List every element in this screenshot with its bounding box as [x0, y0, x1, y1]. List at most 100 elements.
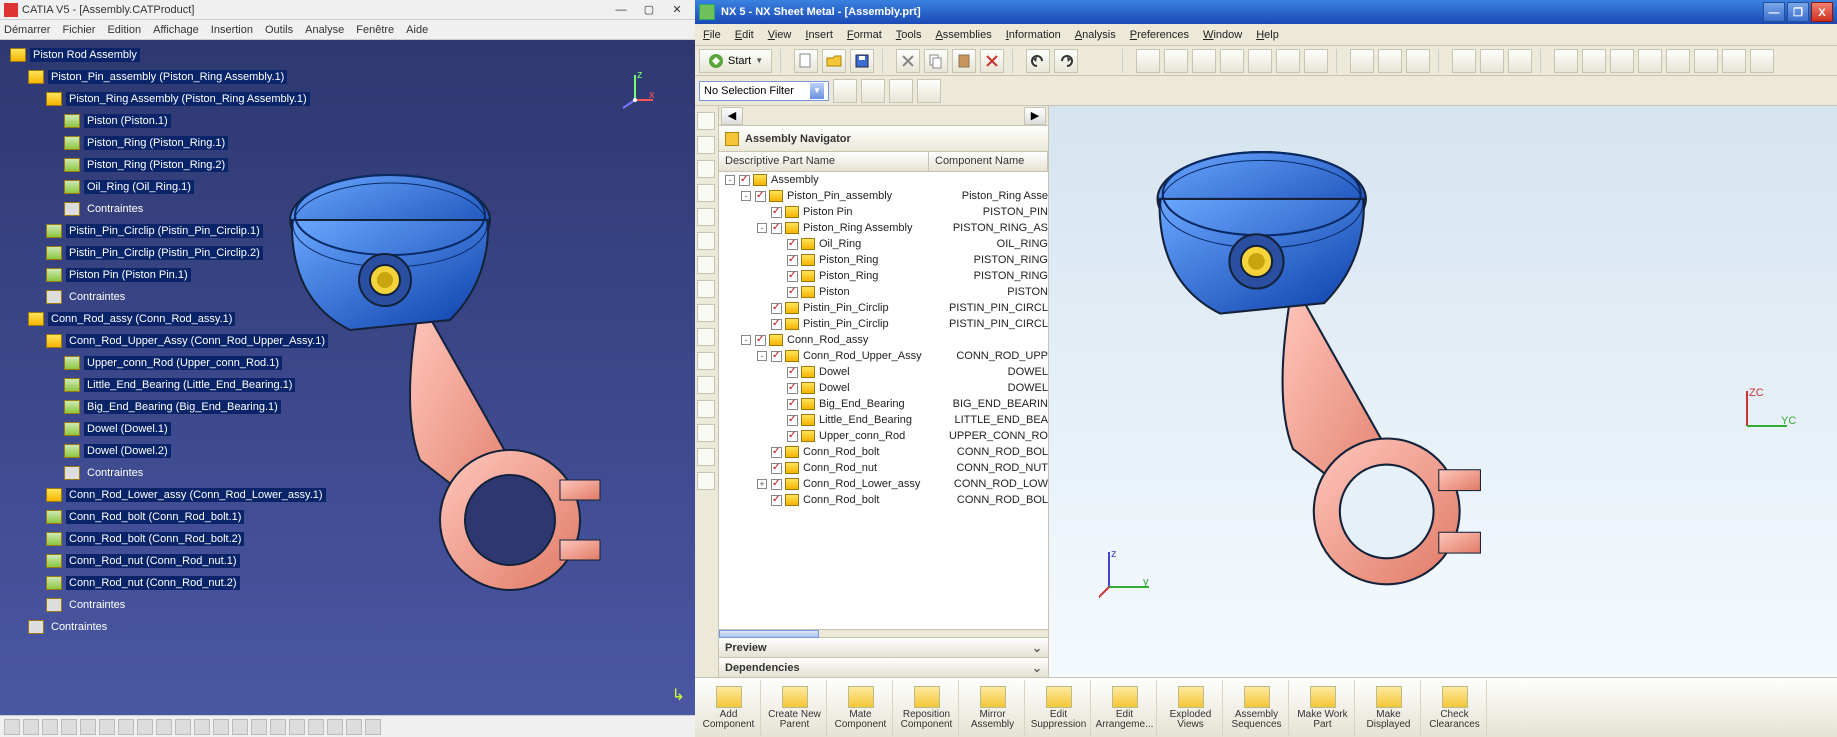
resource-tab-icon[interactable]: [697, 136, 715, 154]
toolbar-icon[interactable]: [194, 719, 210, 735]
node-checkbox[interactable]: [771, 207, 782, 218]
right-chevron-icon[interactable]: ▶: [1024, 107, 1046, 125]
misc-button[interactable]: [1610, 49, 1634, 73]
zoom-area-button[interactable]: [1192, 49, 1216, 73]
scroll-thumb[interactable]: [719, 630, 819, 638]
catia-menubar[interactable]: DémarrerFichierEditionAffichageInsertion…: [0, 20, 695, 40]
resource-tab-icon[interactable]: [697, 400, 715, 418]
resource-tab-icon[interactable]: [697, 208, 715, 226]
selection-filter-dropdown[interactable]: No Selection Filter ▼: [699, 81, 829, 101]
delete-button[interactable]: [980, 49, 1004, 73]
wave-button[interactable]: [1480, 49, 1504, 73]
nx-menu-item[interactable]: Information: [1006, 29, 1061, 41]
new-file-button[interactable]: [794, 49, 818, 73]
toolbar-icon[interactable]: [251, 719, 267, 735]
expand-toggle[interactable]: -: [757, 223, 767, 233]
resource-tab-icon[interactable]: [697, 472, 715, 490]
nx-command-button[interactable]: Create New Parent: [763, 680, 827, 736]
node-checkbox[interactable]: [771, 463, 782, 474]
assembly-button[interactable]: [1406, 49, 1430, 73]
catia-minimize-button[interactable]: —: [607, 4, 635, 16]
nx-command-button[interactable]: Assembly Sequences: [1225, 680, 1289, 736]
catia-tree-node[interactable]: Piston (Piston.1): [0, 110, 330, 132]
nx-command-button[interactable]: Check Clearances: [1423, 680, 1487, 736]
nx-menubar[interactable]: FileEditViewInsertFormatToolsAssembliesI…: [695, 24, 1837, 46]
nx-tree-node[interactable]: Oil_RingOIL_RING: [719, 236, 1048, 252]
nx-command-button[interactable]: Mate Component: [829, 680, 893, 736]
toolbar-icon[interactable]: [289, 719, 305, 735]
catia-tree-node[interactable]: Piston_Ring Assembly (Piston_Ring Assemb…: [0, 88, 330, 110]
col-component[interactable]: Component Name: [929, 152, 1048, 171]
resource-tab-icon[interactable]: [697, 232, 715, 250]
navigator-columns[interactable]: Descriptive Part Name Component Name: [719, 152, 1048, 172]
nx-tree-node[interactable]: Piston PinPISTON_PIN: [719, 204, 1048, 220]
nx-command-button[interactable]: Add Component: [697, 680, 761, 736]
toolbar-icon[interactable]: [80, 719, 96, 735]
toolbar-icon[interactable]: [61, 719, 77, 735]
resource-tab-icon[interactable]: [697, 112, 715, 130]
catia-3d-model[interactable]: [280, 150, 610, 630]
node-checkbox[interactable]: [771, 303, 782, 314]
catia-titlebar[interactable]: CATIA V5 - [Assembly.CATProduct] — ▢ ✕: [0, 0, 695, 20]
catia-menu-item[interactable]: Insertion: [211, 24, 253, 36]
nx-command-button[interactable]: Make Work Part: [1291, 680, 1355, 736]
nx-menu-item[interactable]: Help: [1256, 29, 1279, 41]
nx-tree-node[interactable]: -Assembly: [719, 172, 1048, 188]
assembly-button[interactable]: [1378, 49, 1402, 73]
nx-tree-node[interactable]: Pistin_Pin_CirclipPISTIN_PIN_CIRCL: [719, 316, 1048, 332]
nx-tree-node[interactable]: Upper_conn_RodUPPER_CONN_RO: [719, 428, 1048, 444]
pan-button[interactable]: [1220, 49, 1244, 73]
toolbar-icon[interactable]: [175, 719, 191, 735]
node-checkbox[interactable]: [771, 495, 782, 506]
filter-button[interactable]: [833, 79, 857, 103]
misc-button[interactable]: [1638, 49, 1662, 73]
nx-menu-item[interactable]: Tools: [896, 29, 922, 41]
nx-tree-node[interactable]: Piston_RingPISTON_RING: [719, 252, 1048, 268]
nx-tree-hscroll[interactable]: [719, 629, 1048, 637]
catia-menu-item[interactable]: Edition: [107, 24, 141, 36]
filter-button[interactable]: [917, 79, 941, 103]
node-checkbox[interactable]: [739, 175, 750, 186]
nx-tree-node[interactable]: -Conn_Rod_assy: [719, 332, 1048, 348]
expand-toggle[interactable]: -: [725, 175, 735, 185]
node-checkbox[interactable]: [787, 415, 798, 426]
node-checkbox[interactable]: [771, 223, 782, 234]
catia-compass-icon[interactable]: z x: [615, 70, 655, 110]
wave-button[interactable]: [1452, 49, 1476, 73]
catia-menu-item[interactable]: Fenêtre: [356, 24, 394, 36]
nx-tree-node[interactable]: Pistin_Pin_CirclipPISTIN_PIN_CIRCL: [719, 300, 1048, 316]
left-chevron-icon[interactable]: ◀: [721, 107, 743, 125]
toolbar-icon[interactable]: [232, 719, 248, 735]
nx-tree-node[interactable]: Conn_Rod_nutCONN_ROD_NUT: [719, 460, 1048, 476]
nx-start-button[interactable]: Start ▼: [699, 49, 772, 73]
toolbar-icon[interactable]: [137, 719, 153, 735]
nx-menu-item[interactable]: Edit: [735, 29, 754, 41]
paste-button[interactable]: [952, 49, 976, 73]
copy-button[interactable]: [924, 49, 948, 73]
nx-menu-item[interactable]: Assemblies: [935, 29, 991, 41]
resource-tab-icon[interactable]: [697, 160, 715, 178]
nx-menu-item[interactable]: Analysis: [1075, 29, 1116, 41]
catia-viewport[interactable]: Piston Rod AssemblyPiston_Pin_assembly (…: [0, 40, 695, 715]
nx-tree-node[interactable]: Little_End_BearingLITTLE_END_BEA: [719, 412, 1048, 428]
toolbar-icon[interactable]: [156, 719, 172, 735]
nx-command-button[interactable]: Edit Arrangeme...: [1093, 680, 1157, 736]
nx-tree-node[interactable]: -Piston_Pin_assemblyPiston_Ring Asse: [719, 188, 1048, 204]
node-checkbox[interactable]: [771, 447, 782, 458]
misc-button[interactable]: [1582, 49, 1606, 73]
nx-tree-node[interactable]: Conn_Rod_boltCONN_ROD_BOL: [719, 492, 1048, 508]
catia-close-button[interactable]: ✕: [663, 3, 691, 16]
toolbar-icon[interactable]: [327, 719, 343, 735]
nx-tree-node[interactable]: -Piston_Ring AssemblyPISTON_RING_AS: [719, 220, 1048, 236]
undo-button[interactable]: [1026, 49, 1050, 73]
catia-menu-item[interactable]: Aide: [406, 24, 428, 36]
render-style-button[interactable]: [1304, 49, 1328, 73]
misc-button[interactable]: [1666, 49, 1690, 73]
toolbar-icon[interactable]: [42, 719, 58, 735]
rotate-button[interactable]: [1248, 49, 1272, 73]
node-checkbox[interactable]: [787, 271, 798, 282]
dependencies-section[interactable]: Dependencies ⌄: [719, 657, 1048, 677]
node-checkbox[interactable]: [787, 431, 798, 442]
catia-menu-item[interactable]: Analyse: [305, 24, 344, 36]
expand-toggle[interactable]: -: [741, 335, 751, 345]
